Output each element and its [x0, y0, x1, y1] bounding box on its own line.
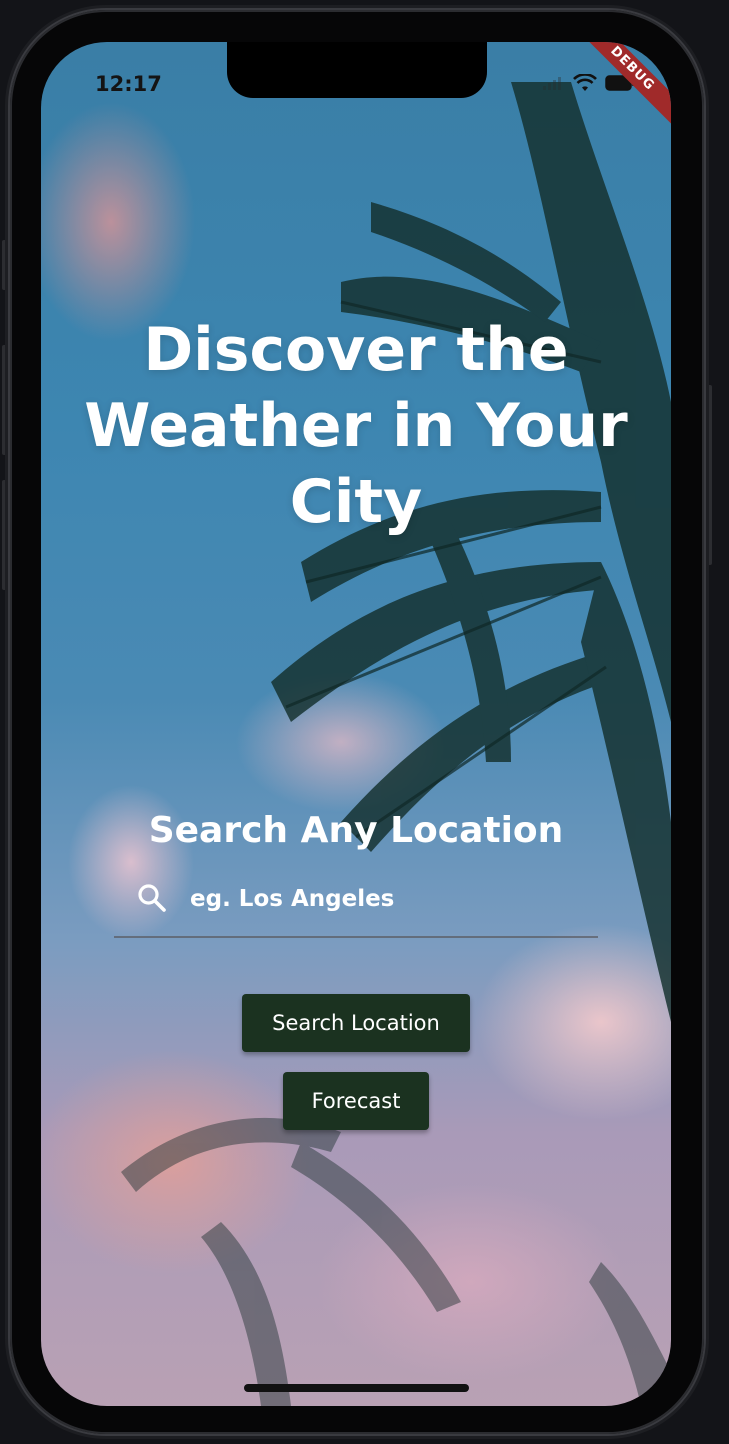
search-location-button[interactable]: Search Location [242, 994, 470, 1052]
volume-up-button [2, 345, 8, 455]
status-icons [543, 74, 635, 92]
search-field [114, 872, 598, 938]
volume-down-button [2, 480, 8, 590]
forecast-button[interactable]: Forecast [283, 1072, 429, 1130]
search-input[interactable] [188, 878, 592, 920]
search-heading: Search Any Location [148, 810, 564, 851]
power-button [706, 385, 712, 565]
home-indicator[interactable] [244, 1384, 469, 1392]
device-stage: 12:17 DEBUG Discover the Weather in Your… [0, 0, 729, 1444]
page-title: Discover the Weather in Your City [84, 315, 628, 537]
search-icon [138, 884, 166, 912]
cellular-signal-icon [543, 77, 561, 90]
app-screen: 12:17 DEBUG Discover the Weather in Your… [41, 42, 671, 1406]
status-time: 12:17 [95, 72, 162, 96]
camera-notch [227, 42, 487, 98]
palm-tree-background [121, 82, 671, 1406]
wifi-icon [573, 74, 597, 91]
mute-switch [2, 240, 8, 290]
